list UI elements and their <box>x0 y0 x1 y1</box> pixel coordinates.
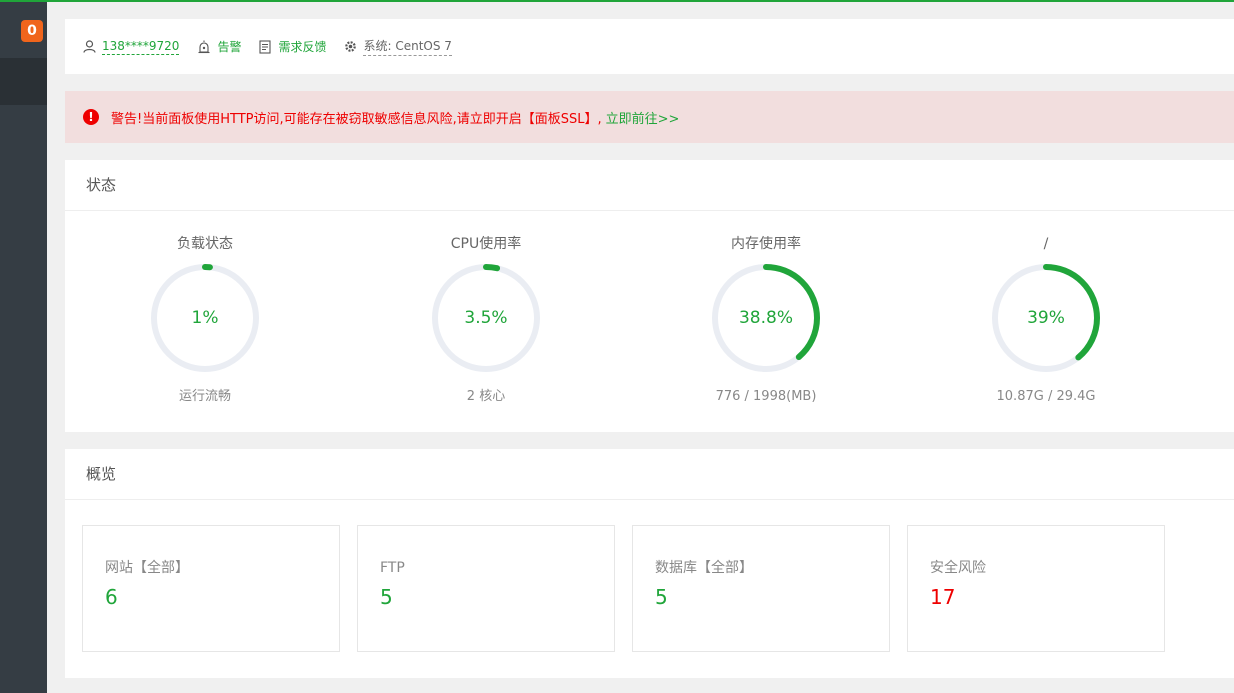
status-title: 状态 <box>65 160 1234 211</box>
ssl-warning-alert: ! 警告!当前面板使用HTTP访问,可能存在被窃取敏感信息风险,请立即开启【面板… <box>65 91 1234 143</box>
gauge-title: 内存使用率 <box>731 236 801 252</box>
user-account-link[interactable]: 138****9720 <box>102 39 180 55</box>
enable-ssl-link[interactable]: 立即前往>> <box>606 108 680 127</box>
gear-icon <box>345 41 357 52</box>
feedback-item[interactable]: 需求反馈 <box>259 38 326 55</box>
overview-title: 概览 <box>65 449 1234 500</box>
gauge-subtitle: 运行流畅 <box>178 389 231 404</box>
card-label: 安全风险 <box>930 560 986 576</box>
system-version[interactable]: 系统: CentOS 7 <box>363 37 452 56</box>
notification-badge[interactable]: 0 <box>21 20 43 42</box>
card-label: 网站【全部】 <box>105 560 189 576</box>
gauge-cpu[interactable]: CPU使用率 3.5% 2 核心 <box>406 234 566 406</box>
card-value[interactable]: 5 <box>655 585 889 609</box>
gauge-load[interactable]: 负载状态 1% 运行流畅 <box>125 234 285 406</box>
gauge-disk[interactable]: / 39% 10.87G / 29.4G <box>966 234 1126 406</box>
card-value[interactable]: 5 <box>380 585 614 609</box>
overview-panel: 概览 网站【全部】 6 FTP 5 数据库【全部】 5 安全风险 17 <box>65 449 1234 678</box>
overview-card-websites[interactable]: 网站【全部】 6 <box>82 525 340 652</box>
gauge-value: 1% <box>191 308 219 328</box>
warning-icon: ! <box>83 109 99 125</box>
gauge-memory[interactable]: 内存使用率 38.8% 776 / 1998(MB) <box>686 234 846 406</box>
feedback-icon <box>259 39 272 54</box>
alarm-item[interactable]: 告警 <box>197 38 241 55</box>
alert-message: 警告!当前面板使用HTTP访问,可能存在被窃取敏感信息风险,请立即开启【面板SS… <box>111 111 602 127</box>
alarm-link[interactable]: 告警 <box>217 38 241 55</box>
feedback-link[interactable]: 需求反馈 <box>278 38 326 55</box>
card-label: FTP <box>380 560 405 576</box>
overview-card-ftp[interactable]: FTP 5 <box>357 525 615 652</box>
gauge-title: CPU使用率 <box>450 236 522 252</box>
gauge-subtitle: 2 核心 <box>466 389 506 404</box>
card-label: 数据库【全部】 <box>655 560 753 576</box>
card-value[interactable]: 17 <box>930 585 1164 609</box>
user-info[interactable]: 138****9720 <box>83 39 180 55</box>
gauge-subtitle: 10.87G / 29.4G <box>996 389 1096 404</box>
status-panel: 状态 负载状态 1% 运行流畅 CPU使用率 3.5% 2 核心 内存使用率 3… <box>65 160 1234 432</box>
top-accent-line <box>0 0 1234 2</box>
sidebar: 0 <box>0 2 47 693</box>
alarm-icon <box>198 40 210 53</box>
gauge-value: 39% <box>1027 308 1065 328</box>
header-bar: 138****9720 告警 需求反馈 系统: CentOS 7 <box>65 19 1234 74</box>
gauge-value: 38.8% <box>738 308 793 328</box>
gauge-title: / <box>1043 236 1049 252</box>
overview-card-security-risk[interactable]: 安全风险 17 <box>907 525 1165 652</box>
overview-card-databases[interactable]: 数据库【全部】 5 <box>632 525 890 652</box>
system-info[interactable]: 系统: CentOS 7 <box>344 37 452 56</box>
sidebar-active-item[interactable] <box>0 58 47 105</box>
gauge-value: 3.5% <box>464 308 508 328</box>
gauge-subtitle: 776 / 1998(MB) <box>715 389 817 404</box>
user-icon <box>83 40 96 53</box>
card-value[interactable]: 6 <box>105 585 339 609</box>
gauge-title: 负载状态 <box>177 236 233 252</box>
